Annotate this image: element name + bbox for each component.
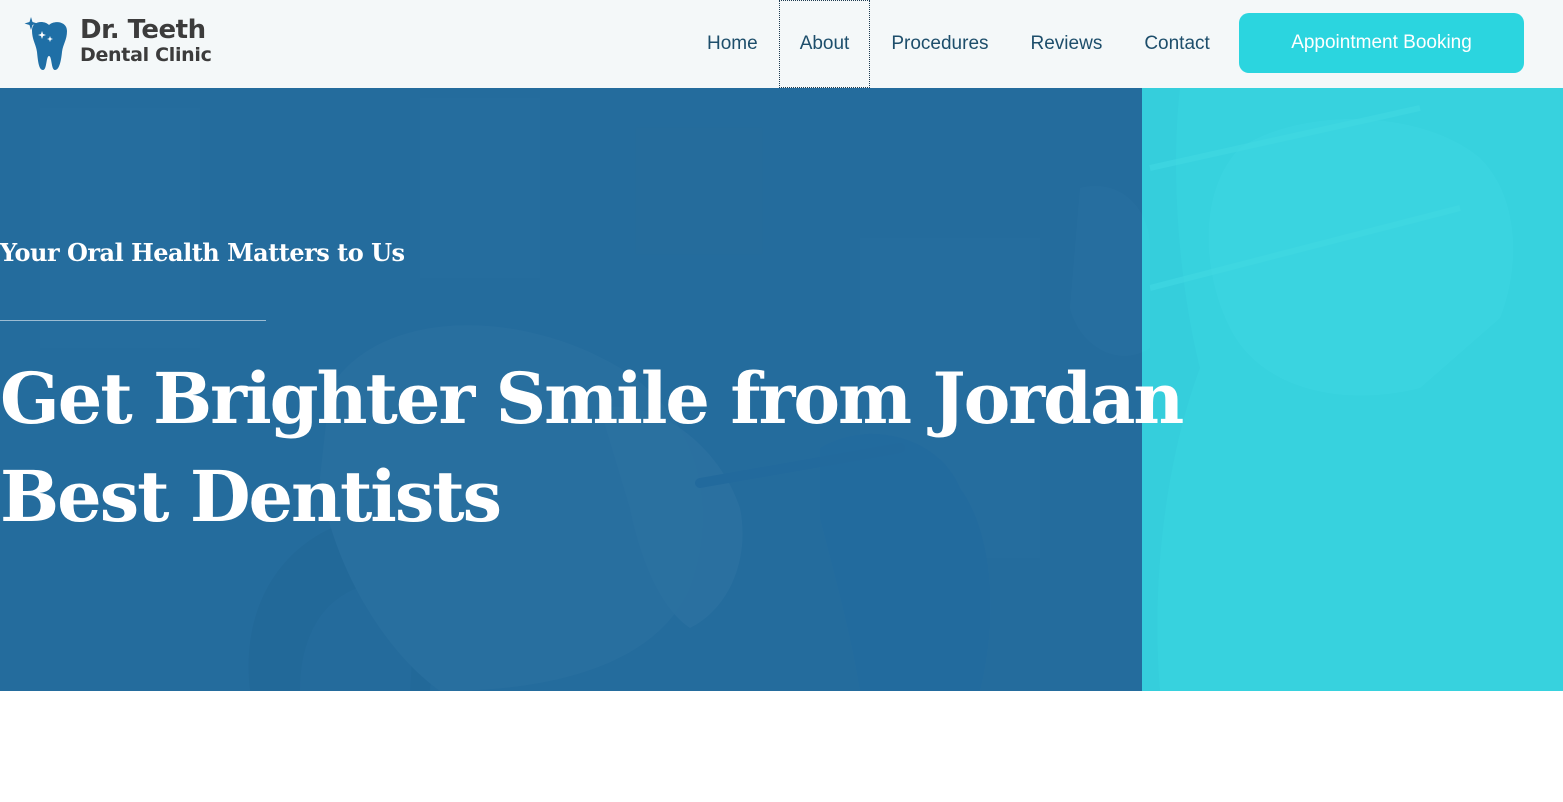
nav-item-procedures[interactable]: Procedures xyxy=(870,0,1009,88)
nav-item-reviews[interactable]: Reviews xyxy=(1010,0,1124,88)
nav-item-contact[interactable]: Contact xyxy=(1123,0,1230,88)
nav-item-about[interactable]: About xyxy=(778,0,871,88)
main-nav: Home About Procedures Reviews Contact xyxy=(686,0,1231,88)
logo-name-line2: Dental Clinic xyxy=(80,44,212,66)
hero-subtitle: Your Oral Health Matters to Us xyxy=(0,238,405,267)
hero-section: Your Oral Health Matters to Us Get Brigh… xyxy=(0,88,1563,691)
nav-item-home[interactable]: Home xyxy=(686,0,779,88)
tooth-sparkle-icon xyxy=(24,17,67,71)
logo-text: Dr. Teeth Dental Clinic xyxy=(80,17,212,65)
appointment-booking-button[interactable]: Appointment Booking xyxy=(1239,13,1524,73)
clinic-logo[interactable]: Dr. Teeth Dental Clinic xyxy=(22,14,232,72)
page-content-area xyxy=(0,691,1563,802)
hero-title: Get Brighter Smile from Jordan Best Dent… xyxy=(0,357,1184,538)
site-header: Dr. Teeth Dental Clinic Home About Proce… xyxy=(0,0,1563,88)
logo-name-line1: Dr. Teeth xyxy=(80,15,206,45)
hero-divider xyxy=(0,320,266,321)
